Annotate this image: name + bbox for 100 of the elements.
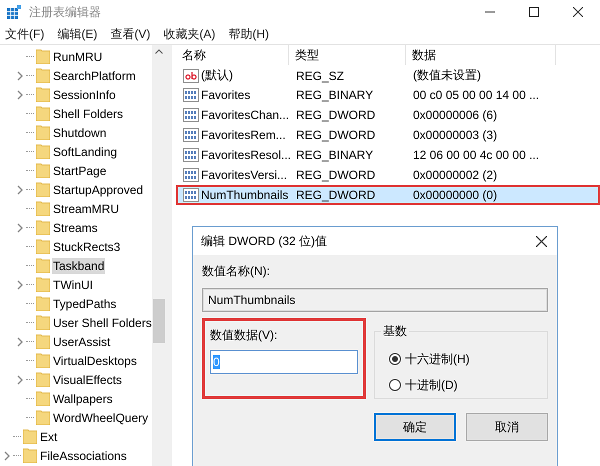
tree-item[interactable]: Shutdown bbox=[52, 124, 108, 140]
folder-icon bbox=[36, 334, 50, 349]
tree-item[interactable]: Streams bbox=[52, 220, 99, 236]
table-row[interactable]: (默认) REG_SZ (数值未设置) bbox=[176, 65, 600, 85]
table-row[interactable]: FavoritesChan... REG_DWORD 0x00000006 (6) bbox=[176, 105, 600, 125]
folder-icon bbox=[36, 391, 50, 406]
binary-value-icon bbox=[183, 128, 199, 142]
table-cell-text: REG_SZ bbox=[295, 68, 346, 82]
table-row[interactable]: Favorites REG_BINARY 00 c0 05 00 00 14 00 ... bbox=[176, 85, 600, 105]
close-icon[interactable] bbox=[536, 236, 547, 246]
table-cell-text: 00 c0 05 00 00 14 00 ... bbox=[412, 88, 540, 102]
menu-item[interactable]: 收藏夹(A) bbox=[163, 26, 216, 42]
chevron-icon[interactable] bbox=[16, 280, 24, 290]
scrollbar[interactable] bbox=[152, 45, 166, 466]
tree-item[interactable]: StuckRects3 bbox=[52, 238, 122, 254]
radio-button[interactable] bbox=[389, 379, 401, 391]
value-name-field[interactable]: NumThumbnails bbox=[202, 288, 548, 312]
table-cell-text: 12 06 00 00 4c 00 00 ... bbox=[412, 148, 540, 162]
folder-icon bbox=[36, 410, 50, 425]
value-name: Favorites bbox=[201, 88, 250, 102]
tree-item[interactable]: Shell Folders bbox=[52, 106, 124, 122]
tree-item[interactable]: VisualEffects bbox=[52, 372, 123, 388]
binary-value-icon bbox=[183, 108, 199, 122]
table-cell-text: REG_BINARY bbox=[295, 88, 374, 102]
table-cell-text: 0x00000003 (3) bbox=[412, 128, 498, 142]
radio-option[interactable]: 十六进制(H) bbox=[389, 346, 547, 372]
tree-item[interactable]: SoftLanding bbox=[52, 144, 118, 160]
folder-icon bbox=[36, 315, 50, 330]
menu-item[interactable]: 帮助(H) bbox=[228, 26, 269, 42]
tree-item[interactable]: StreamMRU bbox=[52, 200, 120, 216]
tree-item[interactable]: Taskband bbox=[52, 258, 106, 274]
folder-icon bbox=[36, 372, 50, 387]
tree-item[interactable]: VirtualDesktops bbox=[52, 352, 138, 368]
tree-item[interactable]: FileAssociations bbox=[39, 448, 128, 464]
table-cell-text: REG_BINARY bbox=[295, 148, 374, 162]
chevron-icon[interactable] bbox=[16, 222, 24, 232]
table-row[interactable]: NumThumbnails REG_DWORD 0x00000000 (0) bbox=[176, 185, 600, 205]
table-row[interactable]: FavoritesRem... REG_DWORD 0x00000003 (3) bbox=[176, 125, 600, 145]
dialog-button[interactable]: 取消 bbox=[466, 413, 548, 441]
chevron-icon[interactable] bbox=[4, 450, 10, 460]
dialog-button[interactable]: 确定 bbox=[374, 413, 456, 441]
folder-icon bbox=[23, 448, 37, 463]
radio-button[interactable] bbox=[389, 353, 401, 365]
tree-item[interactable]: TypedPaths bbox=[52, 296, 118, 312]
column-header[interactable]: 类型 bbox=[289, 45, 406, 65]
value-name: (默认) bbox=[201, 67, 233, 84]
radio-option[interactable]: 十进制(D) bbox=[389, 372, 547, 398]
column-header[interactable]: 名称 bbox=[176, 45, 289, 65]
tree-item[interactable]: RunMRU bbox=[52, 48, 104, 64]
folder-icon bbox=[36, 201, 50, 216]
tree-item[interactable]: User Shell Folders bbox=[52, 314, 153, 330]
tree-item[interactable]: Wallpapers bbox=[52, 390, 114, 406]
table-row[interactable]: FavoritesResol... REG_BINARY 12 06 00 00 4c 00 00 ... bbox=[176, 145, 600, 165]
folder-icon bbox=[36, 87, 50, 102]
table-row[interactable]: FavoritesVersi... REG_DWORD 0x00000002 (2) bbox=[176, 165, 600, 185]
menu-item[interactable]: 文件(F) bbox=[5, 26, 44, 42]
menu-item[interactable]: 查看(V) bbox=[110, 26, 150, 42]
string-value-icon bbox=[183, 68, 199, 82]
folder-icon bbox=[36, 144, 50, 159]
group-label: 基数 bbox=[381, 323, 409, 340]
tree-item[interactable]: Ext bbox=[39, 428, 58, 444]
folder-icon bbox=[36, 258, 50, 273]
folder-icon bbox=[36, 353, 50, 368]
folder-icon bbox=[36, 277, 50, 292]
tree-item[interactable]: StartPage bbox=[52, 162, 108, 178]
table-cell-text: REG_DWORD bbox=[295, 188, 376, 202]
field-label: 数值名称(N): bbox=[202, 263, 271, 280]
value-name: FavoritesResol... bbox=[200, 148, 291, 162]
table-cell-text: 0x00000002 (2) bbox=[412, 168, 498, 182]
binary-value-icon bbox=[183, 88, 199, 102]
tree-item[interactable]: SearchPlatform bbox=[52, 68, 137, 84]
chevron-icon[interactable] bbox=[16, 336, 24, 346]
registry-icon bbox=[6, 4, 22, 20]
table-cell-text: REG_DWORD bbox=[295, 128, 376, 142]
tree-item[interactable]: SessionInfo bbox=[52, 86, 117, 102]
binary-value-icon bbox=[183, 188, 199, 202]
value-name: FavoritesChan... bbox=[201, 108, 290, 122]
binary-value-icon bbox=[183, 168, 199, 182]
tree-item[interactable]: TWinUI bbox=[52, 276, 94, 292]
scroll-up-icon[interactable] bbox=[155, 49, 163, 54]
tree-item[interactable]: WordWheelQuery bbox=[52, 410, 150, 426]
table-cell-text: REG_DWORD bbox=[295, 108, 376, 122]
scroll-thumb[interactable] bbox=[153, 299, 165, 343]
folder-icon bbox=[36, 163, 50, 178]
column-header[interactable]: 数据 bbox=[406, 45, 556, 65]
close-icon[interactable] bbox=[573, 7, 583, 17]
table-cell-text: 0x00000006 (6) bbox=[412, 108, 498, 122]
folder-icon bbox=[36, 106, 50, 121]
folder-icon bbox=[36, 182, 50, 197]
menu-item[interactable]: 编辑(E) bbox=[57, 26, 98, 42]
tree-item[interactable]: StartupApproved bbox=[52, 182, 144, 198]
value-name: FavoritesVersi... bbox=[201, 168, 288, 182]
chevron-icon[interactable] bbox=[16, 374, 24, 384]
table-cell-text: REG_DWORD bbox=[295, 168, 376, 182]
chevron-icon[interactable] bbox=[16, 184, 24, 194]
dialog-title: 编辑 DWORD (32 位)值 bbox=[201, 232, 327, 250]
value-name: NumThumbnails bbox=[201, 188, 288, 202]
tree-item[interactable]: UserAssist bbox=[52, 334, 112, 350]
table-cell-text: (数值未设置) bbox=[412, 67, 482, 84]
maximize-icon[interactable] bbox=[529, 7, 539, 17]
